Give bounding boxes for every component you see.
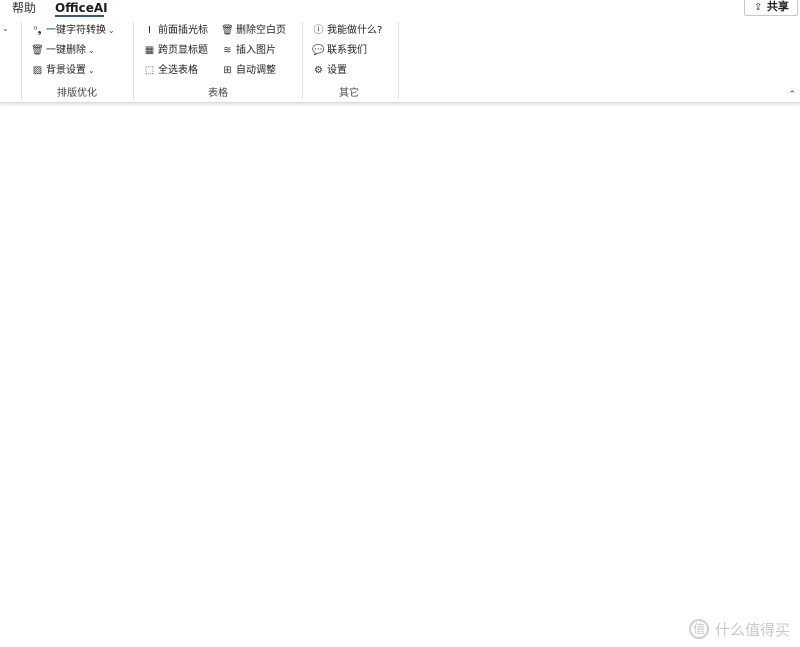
auto-adjust-button[interactable]: ⊞ 自动调整 [221,63,276,79]
insert-cursor-before-button[interactable]: I 前面插光标 [143,23,208,39]
watermark-text: 什么值得买 [714,621,790,639]
watermark-logo: 值 [688,619,709,639]
chevron-down-icon: ⌄ [88,46,95,55]
chevron-down-icon: ⌄ [88,66,95,75]
repeat-header-label: 跨页显标题 [158,45,208,56]
trash-icon: 🗑 [31,45,44,56]
contact-us-button[interactable]: 💬 联系我们 [312,43,367,59]
group-label-other: 其它 [339,88,359,99]
chevron-down-icon: ⌄ [108,26,115,35]
select-all-table-label: 全选表格 [158,65,198,76]
chevron-down-icon[interactable]: ⌄ [2,24,9,33]
info-icon: ⓘ [313,25,324,36]
insert-image-label: 插入图片 [236,45,276,56]
layers-icon: ≋ [223,45,232,56]
tab-officeai[interactable]: OfficeAI [55,0,108,16]
group-label-layout: 排版优化 [57,88,97,99]
one-click-delete-label: 一键删除 [46,45,86,56]
select-all-icon: ⬚ [144,65,155,76]
settings-label: 设置 [327,65,347,76]
collapse-ribbon-icon[interactable]: ⌃ [788,90,796,100]
quote-convert-icon: ᵒ❟ [33,25,42,36]
auto-adjust-label: 自动调整 [236,65,276,76]
active-tab-indicator [55,15,104,17]
insert-image-button[interactable]: ≋ 插入图片 [221,43,276,59]
what-can-i-do-label: 我能做什么? [327,25,383,36]
chat-icon: 💬 [312,45,325,56]
char-convert-label: 一键字符转换 [46,25,106,36]
text-cursor-icon: I [148,25,151,36]
contact-us-label: 联系我们 [327,45,367,56]
group-separator [21,22,22,100]
group-separator [398,22,399,100]
what-can-i-do-button[interactable]: ⓘ 我能做什么? [312,23,383,39]
insert-cursor-before-label: 前面插光标 [158,25,208,36]
select-all-table-button[interactable]: ⬚ 全选表格 [143,63,198,79]
ribbon: ⌄ ᵒ❟ 一键字符转换 ⌄ 🗑 一键删除 ⌄ ▨ 背景设置 ⌄ 排版优化 I 前面插光标 🗑 删… [0,18,800,103]
share-label: 共享 [766,0,789,13]
background-settings-button[interactable]: ▨ 背景设置 ⌄ [31,63,95,79]
background-settings-label: 背景设置 [46,65,86,76]
watermark: 值什么值得买 [688,619,790,641]
char-convert-button[interactable]: ᵒ❟ 一键字符转换 ⌄ [31,23,115,39]
repeat-header-button[interactable]: ▦ 跨页显标题 [143,43,208,59]
group-label-table: 表格 [208,88,228,99]
tab-help[interactable]: 帮助 [12,0,36,16]
group-separator [302,22,303,100]
share-button[interactable]: ⇪ 共享 [744,0,798,16]
ribbon-tab-bar: 帮助 OfficeAI ⇪ 共享 [0,0,800,18]
settings-icon: ⚙ [314,65,323,76]
delete-blank-page-label: 删除空白页 [236,25,286,36]
document-canvas[interactable] [0,104,800,647]
table-header-icon: ▦ [144,45,155,56]
one-click-delete-button[interactable]: 🗑 一键删除 ⌄ [31,43,95,59]
trash-icon: 🗑 [221,25,234,36]
delete-blank-page-button[interactable]: 🗑 删除空白页 [221,23,286,39]
settings-button[interactable]: ⚙ 设置 [312,63,347,79]
group-separator [133,22,134,100]
share-icon: ⇪ [753,2,763,13]
background-pattern-icon: ▨ [32,65,43,76]
table-grid-icon: ⊞ [223,65,232,76]
